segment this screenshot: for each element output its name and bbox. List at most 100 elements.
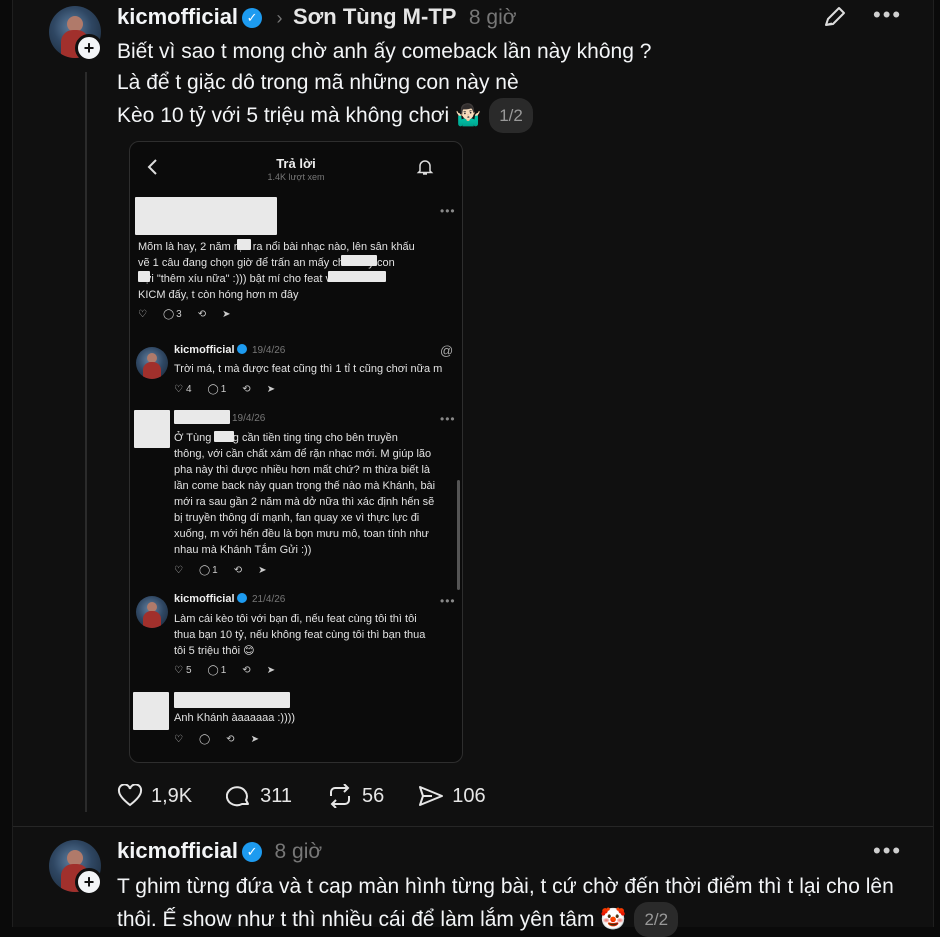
share-icon: ➤ [266,384,276,395]
post-time: 8 giờ [274,840,323,863]
comment-count: 1 [212,565,218,576]
comment-date: 19/4/26 [232,413,266,424]
share-button[interactable]: 106 [418,784,486,808]
reply-date: 19/4/26 [252,345,286,356]
post-header: kicmofficial ✓ › Sơn Tùng M-TP 8 giờ [117,4,517,30]
comment-count: 1 [220,384,227,395]
comment-actions: ♡ ◯ 1 ⟲ ➤ [174,565,283,576]
heart-icon: ♡ 5 [174,665,192,676]
heart-icon: ♡ [138,309,147,320]
redaction [214,431,234,442]
like-count: 1,9K [151,784,193,807]
redaction [138,271,150,282]
thread-frame: + kicmofficial ✓ › Sơn Tùng M-TP 8 giờ ••… [12,0,934,937]
repost-icon: ⟲ [197,309,207,320]
reply-actions: ♡ 5 ◯ 1 ⟲ ➤ [174,665,291,676]
more-options-icon[interactable]: ••• [873,2,902,28]
share-count: 106 [452,784,486,807]
comment-icon: ◯ 1 [207,665,227,676]
reply-username: kicmofficial [174,344,247,356]
comment-line: KICM đấy, t còn hóng hơn m đây [138,289,299,301]
heart-icon: ♡ 4 [174,384,192,395]
repost-icon: ⟲ [242,384,251,395]
repost-icon: ⟲ [233,565,243,576]
heart-icon [117,784,143,807]
screenshot-title: Trả lời [276,156,316,171]
redaction [237,239,251,250]
comment-line: nhau mà Khánh Tắm Gửi :)) [174,544,312,556]
comment-icon: ◯ 1 [207,384,227,395]
username[interactable]: kicmofficial [117,838,238,863]
divider [13,826,933,827]
repost-icon: ⟲ [242,665,251,676]
redacted-name [135,197,277,235]
follow-plus-icon[interactable]: + [75,868,103,896]
more-options-icon: ••• [440,204,456,218]
reply-to-username[interactable]: Sơn Tùng M-TP [293,4,457,29]
reply-chevron-icon: › [276,8,283,28]
comment-line: vẽ 1 câu đang chọn giờ để trấn an mấy ch… [138,257,395,269]
verified-badge-icon: ✓ [242,8,263,28]
share-icon: ➤ [258,565,267,576]
comment-actions: ♡ ◯ ⟲ ➤ [174,734,275,745]
screenshot-views: 1.4K lượt xem [267,172,325,182]
thread-pager: 1/2 [489,98,533,133]
post-body: T ghim từng đứa và t cap màn hình từng b… [117,871,907,937]
post-header: kicmofficial ✓ 8 giờ [117,838,322,864]
comment-text: Mõm là hay, 2 năm rặn ra nổi bài nhạc nà… [138,239,458,303]
comment-count: 311 [260,784,293,807]
comment-icon: ◯ 3 [162,309,182,320]
reply-actions: ♡ 4 ◯ 1 ⟲ ➤ [174,384,291,395]
redaction [341,255,377,266]
comment-line: bị truyền thông dí mạnh, fan quay xe vì … [174,512,420,524]
reply-avatar [136,347,168,379]
redacted-name [174,410,230,424]
screenshot-scrollbar [457,480,460,590]
comment-line: pha này thì được nhiều hơn mất chứ? m th… [174,464,431,476]
comment-line: mới ra sau gần 2 năm mà dở nữa thì xác đ… [174,496,435,508]
post-actions: 1,9K 311 56 106 [117,784,520,808]
comment-icon: ◯ 1 [198,565,218,576]
comment-button[interactable]: 311 [226,784,292,808]
like-button[interactable]: 1,9K [117,784,192,808]
redacted-avatar [133,692,169,730]
repost-count: 56 [362,784,385,807]
more-options-icon: ••• [440,412,456,426]
reply-date: 21/4/26 [252,594,286,605]
comment-line: xuống, m với hến đều là bọn mưu mô, toan… [174,528,429,540]
post-time: 8 giờ [468,6,517,29]
repost-icon [330,784,351,808]
redaction [328,271,386,282]
verified-badge-icon: ✓ [242,842,263,862]
username[interactable]: kicmofficial [117,4,238,29]
post-line: Biết vì sao t mong chờ anh ấy comeback l… [117,40,652,63]
like-count: 4 [185,384,192,395]
more-options-icon[interactable]: ••• [873,838,902,864]
more-options-icon: ••• [440,594,456,608]
share-icon: ➤ [222,309,231,320]
post-body: Biết vì sao t mong chờ anh ấy comeback l… [117,36,897,133]
comment-text: Ở Tùng đang cần tiền ting ting cho bên t… [174,430,460,558]
heart-icon: ♡ [174,734,183,745]
reply-line: tôi 5 triệu thôi 😊 [174,645,255,657]
post-line: Kèo 10 tỷ với 5 triệu mà không chơi 🤷🏻‍♂… [117,104,482,127]
follow-plus-icon[interactable]: + [75,34,103,62]
edit-icon[interactable] [821,6,847,35]
comment-line: đợi "thêm xíu nữa" :))) bật mí cho feat … [138,273,341,285]
comment-icon [226,786,250,807]
reply-line: Làm cái kèo tôi với bạn đi, nếu feat cùn… [174,613,417,625]
comment-count: 1 [220,665,227,676]
reply-text: Làm cái kèo tôi với bạn đi, nếu feat cùn… [174,611,460,659]
verified-badge-icon [236,593,247,603]
repost-button[interactable]: 56 [326,784,384,808]
post-line: Là để t giặc dô trong mã những con này n… [117,71,519,94]
comment-text: Anh Khánh àaaaaaa :)))) [174,712,296,724]
reply-username: kicmofficial [174,593,247,605]
heart-icon: ♡ [174,565,183,576]
comment-line: Mõm là hay, 2 năm rặn ra nổi bài nhạc nà… [138,241,415,253]
thread-connector-line [85,72,87,812]
comment-count: 3 [176,309,182,320]
redacted-name [174,692,290,708]
thread-pager: 2/2 [634,902,679,937]
embedded-screenshot[interactable]: Trả lời 1.4K lượt xem ••• Mõm là hay, 2 … [129,141,463,763]
